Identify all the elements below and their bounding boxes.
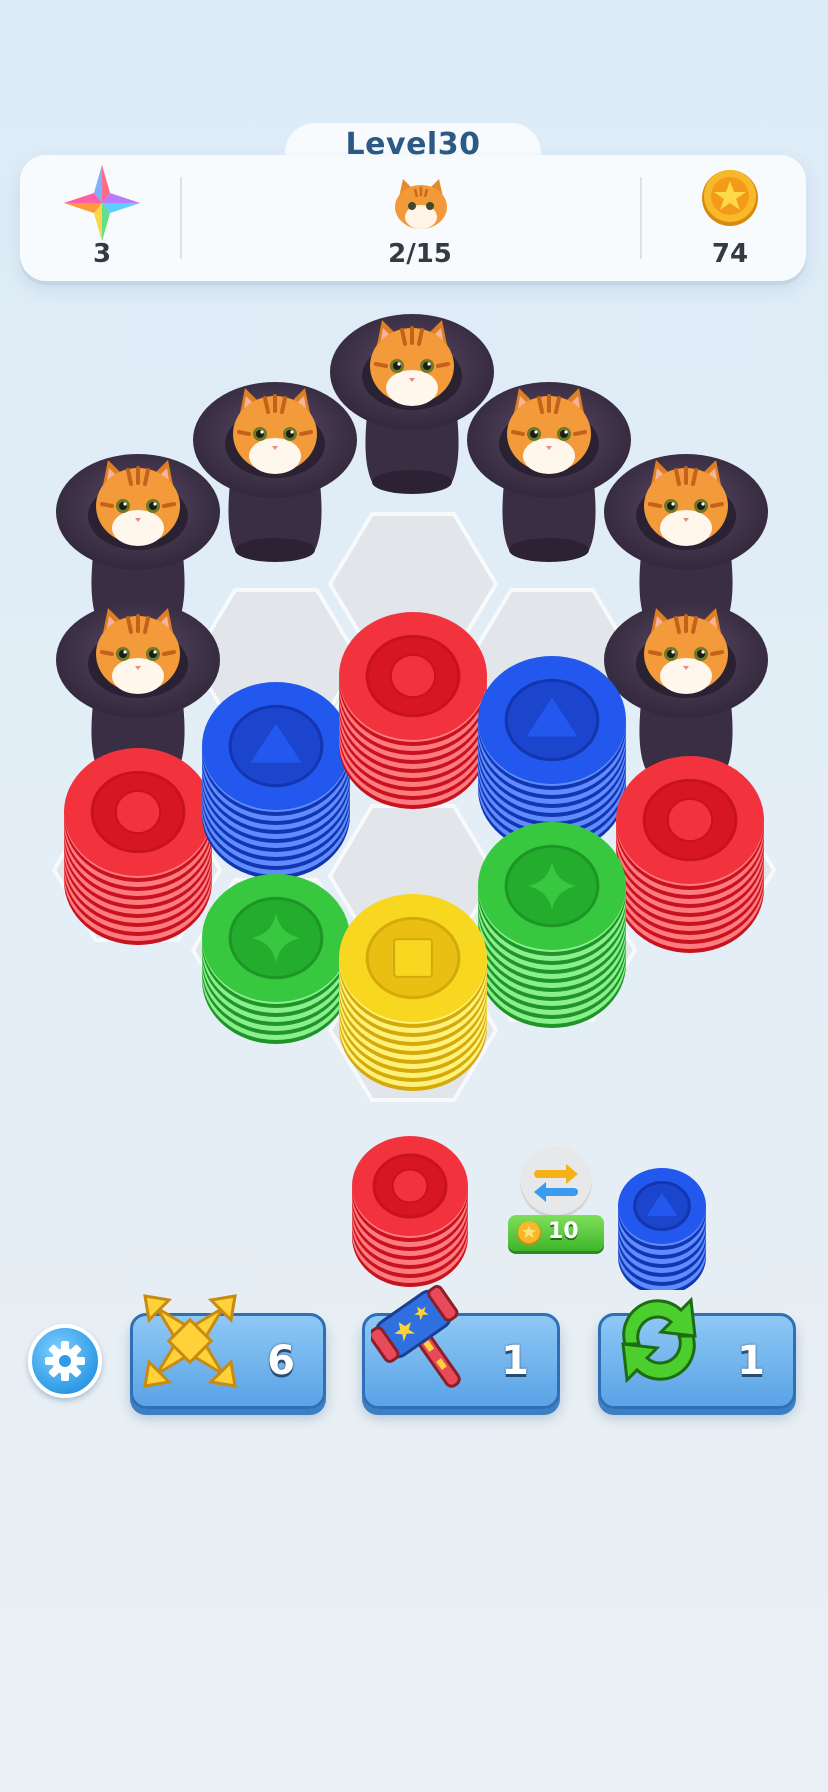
hud-divider	[640, 177, 642, 259]
swap-price-badge[interactable]: 10	[508, 1215, 604, 1251]
coins-count: 74	[711, 239, 749, 269]
cat-icon	[233, 388, 317, 474]
coin-stack[interactable]	[64, 748, 212, 945]
cat-icon	[96, 608, 180, 694]
gear-icon	[45, 1341, 85, 1381]
gold-coin-icon	[702, 170, 758, 226]
hammer-icon	[371, 1285, 461, 1388]
move-booster-button[interactable]: 6	[130, 1294, 326, 1409]
cat-in-hat	[330, 314, 494, 494]
cat-face-icon	[395, 179, 447, 229]
cat-icon	[507, 388, 591, 474]
settings-button[interactable]	[28, 1324, 102, 1398]
swap-arrows-icon	[534, 1164, 578, 1202]
coin-stack[interactable]	[616, 756, 764, 953]
hammer-booster-count: 1	[501, 1338, 529, 1384]
refresh-booster-count: 1	[737, 1338, 765, 1384]
tray-stack-right[interactable]	[612, 1160, 712, 1290]
refresh-icon	[621, 1296, 697, 1384]
coin-stack[interactable]	[202, 874, 350, 1044]
coin-icon	[517, 1221, 541, 1245]
cat-icon	[96, 460, 180, 546]
cat-in-hat	[604, 602, 768, 782]
tray-coin-stack[interactable]	[618, 1168, 706, 1290]
hud-divider	[180, 177, 182, 259]
cats-collected: 2/15	[388, 239, 452, 269]
tray-coin-stack[interactable]	[352, 1136, 468, 1287]
cat-icon	[370, 320, 454, 406]
move-booster-count: 6	[267, 1338, 295, 1384]
coin-stack[interactable]	[202, 682, 350, 879]
coin-stack[interactable]	[478, 822, 626, 1028]
move-arrows-icon	[143, 1294, 237, 1388]
cat-icon	[644, 460, 728, 546]
cat-icon	[644, 608, 728, 694]
level-title: Level30	[345, 127, 481, 162]
swap-button[interactable]	[520, 1146, 592, 1218]
stars-count: 3	[92, 239, 112, 269]
hammer-booster-button[interactable]: 1	[362, 1285, 560, 1409]
coin-stack[interactable]	[339, 612, 487, 809]
coin-stack[interactable]	[339, 894, 487, 1091]
tray-stack-left[interactable]	[340, 1130, 480, 1300]
refresh-booster-button[interactable]: 1	[598, 1296, 796, 1409]
swap-price-value: 10	[548, 1219, 579, 1244]
rainbow-star-icon	[64, 165, 140, 241]
